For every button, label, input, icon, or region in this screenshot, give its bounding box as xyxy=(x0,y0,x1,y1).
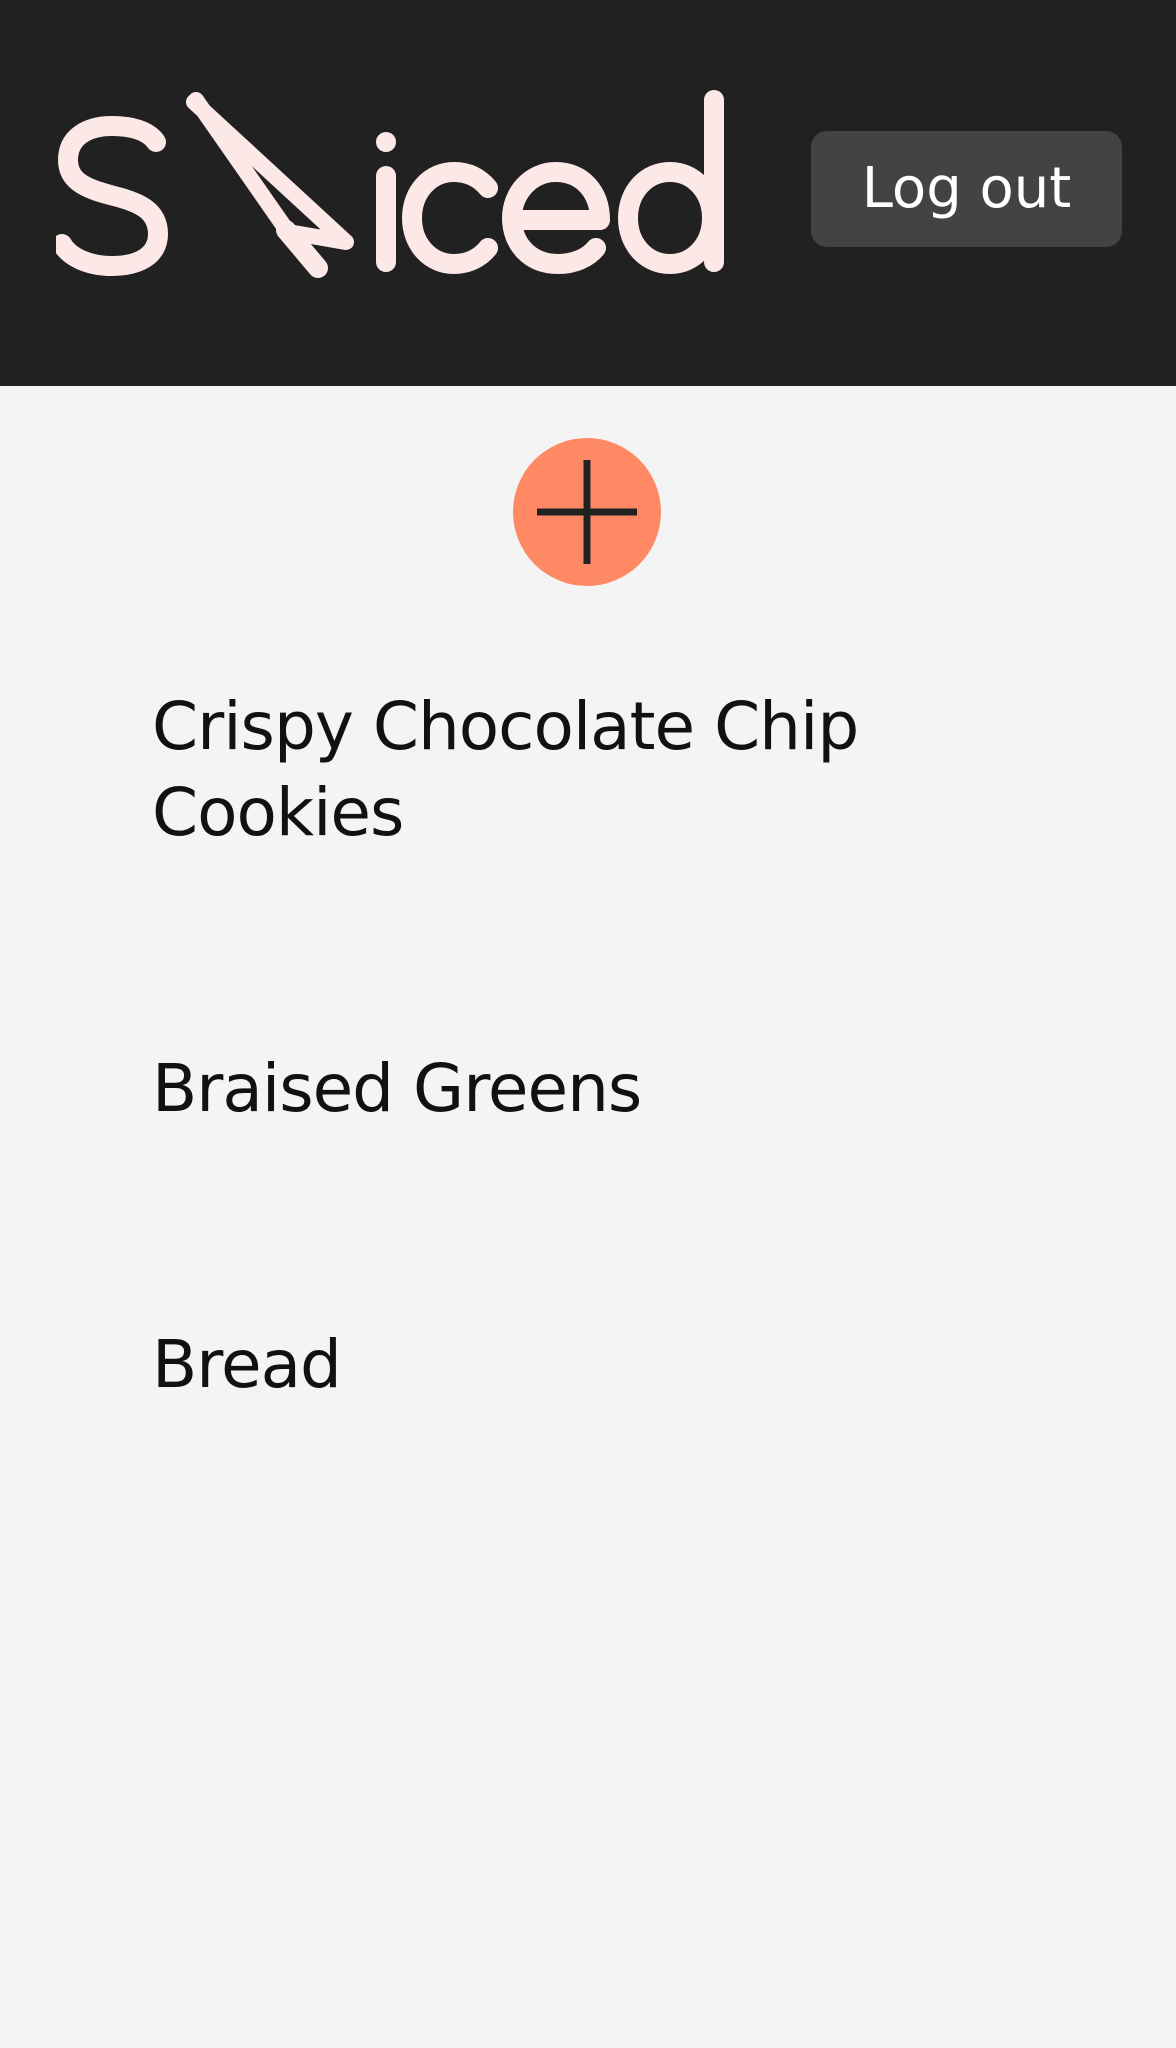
logout-button[interactable]: Log out xyxy=(811,131,1122,247)
sliced-logo xyxy=(56,80,756,280)
app-header: Log out xyxy=(0,0,1176,386)
add-recipe-button[interactable] xyxy=(513,438,661,586)
recipe-item-crispy-chocolate-chip-cookies[interactable]: Crispy Chocolate Chip Cookies xyxy=(152,684,1052,856)
recipe-item-bread[interactable]: Bread xyxy=(152,1322,1052,1408)
plus-icon xyxy=(537,460,637,564)
recipe-item-braised-greens[interactable]: Braised Greens xyxy=(152,1046,1052,1132)
